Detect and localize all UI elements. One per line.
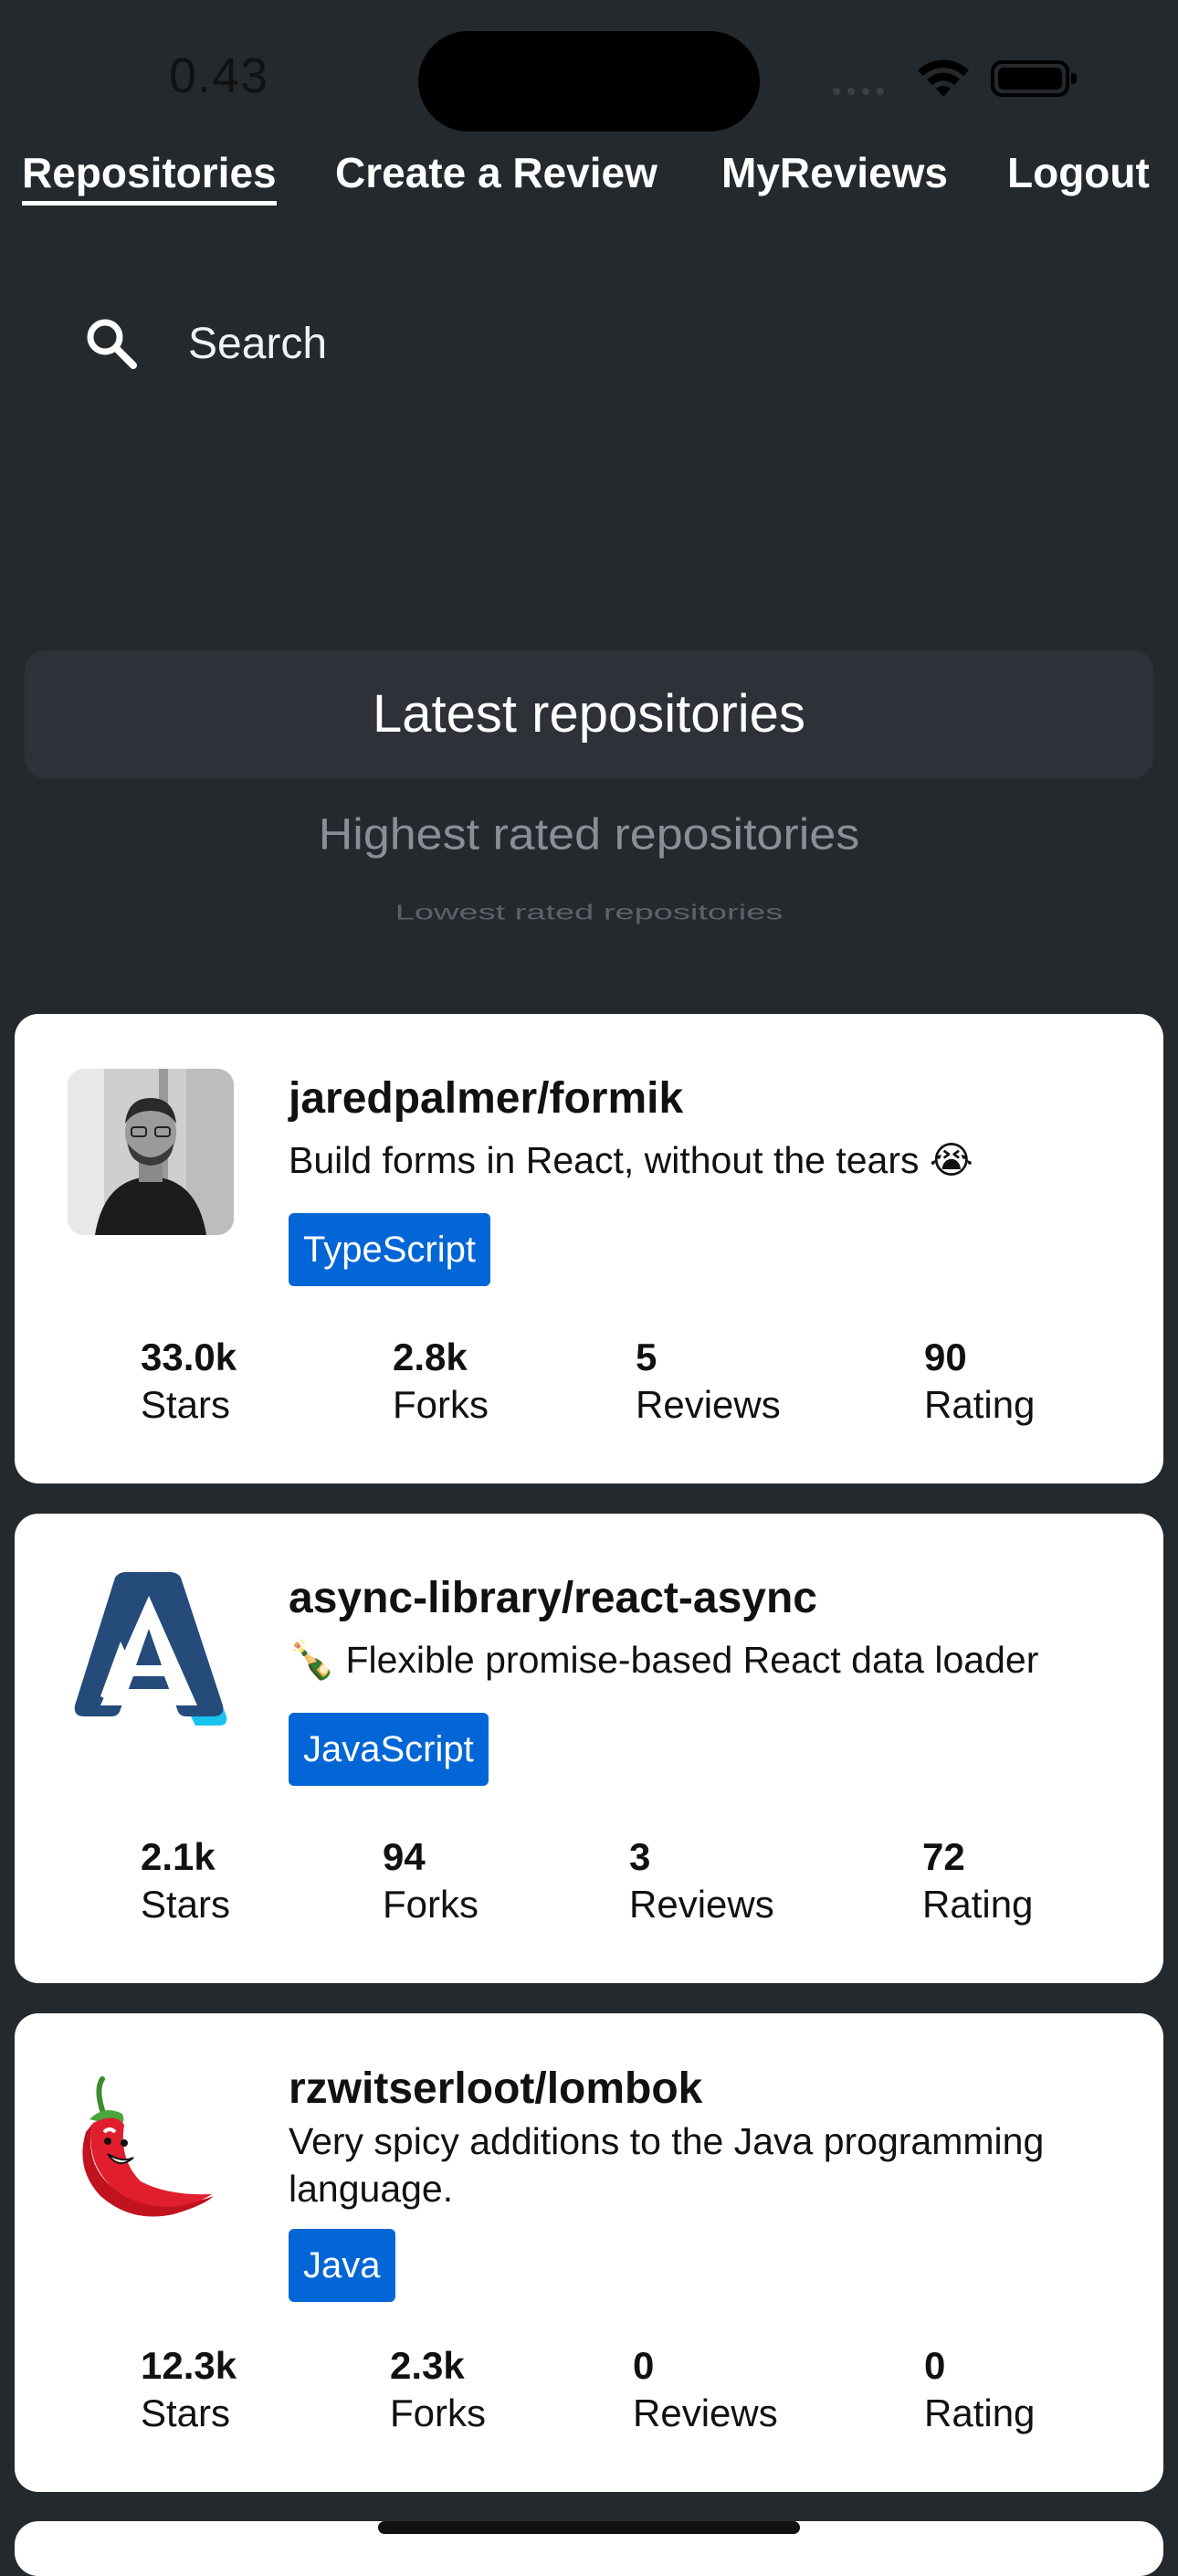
sort-option-lowest-rated[interactable]: Lowest rated repositories (0, 901, 1178, 925)
repository-card[interactable]: jaredpalmer/formik Build forms in React,… (15, 1014, 1163, 1483)
home-indicator (378, 2521, 800, 2534)
wifi-icon (918, 59, 969, 97)
stat-rating: 0 Rating (924, 2344, 1036, 2434)
stat-rating: 72 Rating (922, 1835, 1034, 1926)
battery-icon (991, 60, 1077, 97)
sort-option-latest[interactable]: Latest repositories (0, 683, 1178, 744)
repo-description: 🍾 Flexible promise-based React data load… (289, 1639, 1039, 1681)
search-icon (87, 319, 137, 369)
repo-description: Build forms in React, without the tears … (289, 1139, 973, 1181)
language-badge: TypeScript (289, 1213, 490, 1286)
repo-full-name: jaredpalmer/formik (289, 1074, 684, 1123)
stat-reviews: 3 Reviews (629, 1835, 774, 1926)
repo-full-name: async-library/react-async (289, 1574, 817, 1622)
stat-forks: 94 Forks (383, 1835, 479, 1926)
language-badge: JavaScript (289, 1713, 489, 1786)
stat-forks: 2.8k Forks (393, 1336, 489, 1426)
tab-my-reviews[interactable]: MyReviews (721, 148, 948, 197)
tab-create-review[interactable]: Create a Review (335, 148, 657, 197)
status-time: 0.43 (169, 48, 269, 103)
stat-reviews: 5 Reviews (636, 1336, 781, 1426)
stat-stars: 12.3k Stars (141, 2344, 237, 2434)
tab-logout[interactable]: Logout (1007, 148, 1150, 197)
repo-description: Very spicy additions to the Java program… (289, 2120, 1045, 2210)
sort-picker[interactable]: Latest repositories Highest rated reposi… (0, 639, 1178, 959)
stat-forks: 2.3k Forks (390, 2344, 486, 2434)
stat-reviews: 0 Reviews (633, 2344, 778, 2434)
repository-card[interactable]: async-library/react-async 🍾 Flexible pro… (15, 1514, 1163, 1983)
dynamic-island (418, 31, 760, 132)
language-badge: Java (289, 2229, 395, 2302)
top-tab-bar: Repositories Create a Review MyReviews L… (0, 148, 1178, 212)
stat-stars: 33.0k Stars (141, 1336, 237, 1426)
repo-full-name: rzwitserloot/lombok (289, 2064, 703, 2113)
repository-card[interactable]: rzwitserloot/lombok Very spicy additions… (15, 2013, 1163, 2492)
tab-repositories[interactable]: Repositories (22, 148, 277, 206)
avatar (68, 1568, 234, 1735)
stat-stars: 2.1k Stars (141, 1835, 231, 1926)
stat-rating: 90 Rating (924, 1336, 1036, 1426)
signal-icon (833, 88, 884, 95)
sort-option-highest-rated[interactable]: Highest rated repositories (0, 809, 1178, 860)
avatar (68, 2068, 234, 2234)
status-bar: 0.43 (0, 0, 1178, 146)
search-input[interactable] (186, 317, 738, 370)
avatar (68, 1069, 234, 1235)
search-bar[interactable] (82, 307, 813, 380)
